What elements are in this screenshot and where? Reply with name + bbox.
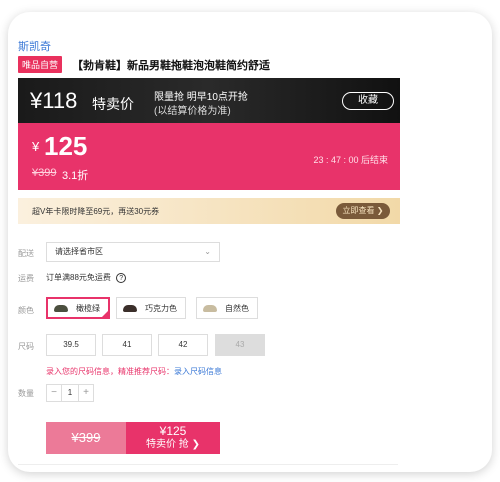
shoe-thumbnail-icon [123, 304, 137, 312]
countdown-timer: 23 : 47 : 00 后结束 [313, 155, 388, 165]
brand-link[interactable]: 斯凯奇 [18, 38, 51, 54]
flash-info-line2: (以结算价格为准) [154, 106, 231, 117]
self-operated-badge: 唯品自营 [18, 56, 63, 73]
selected-check-icon [100, 309, 110, 319]
quantity-label: 数量 [18, 389, 34, 398]
size-option-41[interactable]: 41 [102, 334, 152, 356]
currency-symbol: ¥ [32, 139, 40, 154]
current-price: 125 [44, 131, 88, 161]
flash-sale-banner: ¥118 特卖价 限量抢 明早10点开抢 (以结算价格为准) 收藏 [18, 78, 400, 123]
quantity-value[interactable]: 1 [61, 385, 79, 401]
size-option-39-5[interactable]: 39.5 [46, 334, 96, 356]
quantity-stepper: − 1 + [46, 384, 94, 402]
favorite-button[interactable]: 收藏 [342, 92, 394, 110]
vip-view-button[interactable]: 立即查看 ❯ [336, 203, 390, 219]
flash-price: ¥118 [30, 88, 78, 113]
shoe-thumbnail-icon [54, 304, 68, 312]
color-option-label: 自然色 [225, 303, 249, 313]
buy-label: 特卖价 抢 ❯ [146, 439, 200, 450]
size-option-43: 43 [215, 334, 265, 356]
freight-text: 订单满88元免运费 [46, 273, 111, 282]
help-icon[interactable]: ? [116, 272, 127, 283]
price-banner: ¥ 125 ¥399 3.1折 23 : 47 : 00 后结束 [18, 123, 400, 190]
color-option-chocolate[interactable]: 巧克力色 [116, 297, 186, 319]
region-select[interactable]: 请选择省市区 ⌄ [46, 242, 220, 262]
size-label: 尺码 [18, 342, 34, 351]
vip-promo-text: 超V年卡限时降至69元，再送30元券 [32, 207, 160, 216]
discount-label: 3.1折 [62, 170, 89, 182]
product-card: 斯凯奇 唯品自营 【勃肯鞋】新品男鞋拖鞋泡泡鞋简约舒适 ¥118 特卖价 限量抢… [8, 12, 492, 472]
divider [18, 464, 398, 465]
vip-promo-bar: 超V年卡限时降至69元，再送30元券 立即查看 ❯ [18, 198, 400, 224]
flash-info-line1: 限量抢 明早10点开抢 [154, 92, 248, 103]
size-hint-text: 录入您的尺码信息，精准推荐尺码： [46, 367, 174, 376]
size-option-42[interactable]: 42 [158, 334, 208, 356]
chevron-down-icon: ⌄ [204, 247, 211, 256]
region-select-value: 请选择省市区 [55, 247, 103, 256]
flash-label: 特卖价 [92, 96, 134, 112]
ship-label: 配送 [18, 249, 34, 258]
freight-info: 订单满88元免运费 ? [46, 272, 127, 283]
color-option-label: 巧克力色 [145, 303, 177, 313]
color-label: 颜色 [18, 306, 34, 315]
product-title: 【勃肯鞋】新品男鞋拖鞋泡泡鞋简约舒适 [72, 59, 271, 72]
color-option-label: 橄榄绿 [76, 303, 100, 313]
color-option-natural[interactable]: 自然色 [196, 297, 258, 319]
color-option-olive[interactable]: 橄榄绿 [46, 297, 110, 319]
original-price-button[interactable]: ¥399 [46, 422, 126, 454]
size-entry-link[interactable]: 录入尺码信息 [174, 367, 222, 376]
buy-now-button[interactable]: ¥125 特卖价 抢 ❯ [126, 422, 220, 454]
decrement-button[interactable]: − [47, 385, 61, 401]
title-row: 唯品自营 【勃肯鞋】新品男鞋拖鞋泡泡鞋简约舒适 [18, 56, 270, 73]
original-price: ¥399 [32, 167, 57, 179]
shoe-thumbnail-icon [203, 304, 217, 312]
size-hint: 录入您的尺码信息，精准推荐尺码：录入尺码信息 [46, 366, 222, 377]
buy-price: ¥125 [159, 424, 187, 438]
freight-label: 运费 [18, 274, 34, 283]
increment-button[interactable]: + [79, 385, 93, 401]
